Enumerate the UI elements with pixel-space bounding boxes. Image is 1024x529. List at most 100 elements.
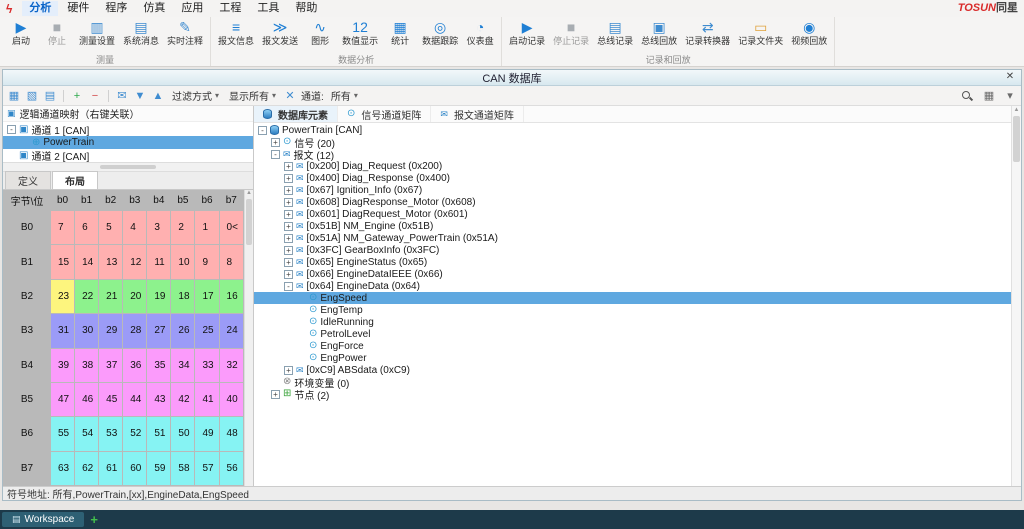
expander-icon[interactable]: + — [284, 270, 293, 279]
db-tree-node[interactable]: +✉[0x51B] NM_Engine (0x51B) — [254, 220, 1011, 232]
matrix-bit-cell[interactable]: 43 — [147, 382, 171, 416]
matrix-bit-cell[interactable]: 45 — [99, 382, 123, 416]
matrix-bit-cell[interactable]: 31 — [51, 314, 75, 348]
db-tree-node[interactable]: +✉[0x608] DiagResponse_Motor (0x608) — [254, 196, 1011, 208]
expander-icon[interactable]: - — [271, 150, 280, 159]
channel-dropdown[interactable]: 所有▾ — [328, 88, 361, 103]
db-tree-node[interactable]: +✉[0x66] EngineDataIEEE (0x66) — [254, 268, 1011, 280]
matrix-bit-cell[interactable]: 14 — [75, 245, 99, 279]
ribbon-button[interactable]: ⇄记录转换器 — [681, 18, 734, 55]
menu-item[interactable]: 工程 — [212, 1, 248, 16]
channel-tree-node[interactable]: -▣通道 1 [CAN] — [3, 123, 253, 136]
ribbon-button[interactable]: ≫报文发送 — [258, 18, 302, 55]
matrix-bit-cell[interactable]: 35 — [147, 348, 171, 382]
matrix-bit-cell[interactable]: 16 — [219, 279, 243, 313]
window-titlebar[interactable]: CAN 数据库 ✕ — [3, 70, 1021, 86]
menu-item[interactable]: 应用 — [174, 1, 210, 16]
message-button[interactable]: ✉ — [115, 89, 129, 103]
db-tree-node[interactable]: +✉[0xC9] ABSdata (0xC9) — [254, 364, 1011, 376]
matrix-bit-cell[interactable]: 26 — [171, 314, 195, 348]
ribbon-button[interactable]: ◎数据跟踪 — [418, 18, 462, 55]
matrix-bit-cell[interactable]: 29 — [99, 314, 123, 348]
menu-item[interactable]: 分析 — [22, 1, 58, 16]
matrix-bit-cell[interactable]: 21 — [99, 279, 123, 313]
ribbon-button[interactable]: 12数值显示 — [338, 18, 382, 55]
display-filter-dropdown[interactable]: 显示所有▾ — [226, 88, 279, 103]
matrix-bit-cell[interactable]: 42 — [171, 382, 195, 416]
db-tree-node[interactable]: ⊙EngTemp — [254, 304, 1011, 316]
matrix-bit-cell[interactable]: 17 — [195, 279, 219, 313]
ribbon-button[interactable]: ▦统计 — [382, 18, 418, 55]
matrix-bit-cell[interactable]: 15 — [51, 245, 75, 279]
db-tree-node[interactable]: +✉[0x200] Diag_Request (0x200) — [254, 160, 1011, 172]
matrix-bit-cell[interactable]: 56 — [219, 451, 243, 485]
matrix-bit-cell[interactable]: 2 — [171, 211, 195, 245]
matrix-bit-cell[interactable]: 60 — [123, 451, 147, 485]
matrix-bit-cell[interactable]: 44 — [123, 382, 147, 416]
matrix-bit-cell[interactable]: 33 — [195, 348, 219, 382]
matrix-bit-cell[interactable]: 38 — [75, 348, 99, 382]
db-tree-node[interactable]: +⊙信号 (20) — [254, 136, 1011, 148]
matrix-bit-cell[interactable]: 40 — [219, 382, 243, 416]
matrix-bit-cell[interactable]: 61 — [99, 451, 123, 485]
matrix-bit-cell[interactable]: 34 — [171, 348, 195, 382]
menu-item[interactable]: 硬件 — [60, 1, 96, 16]
expander-icon[interactable]: + — [284, 234, 293, 243]
matrix-bit-cell[interactable]: 58 — [171, 451, 195, 485]
chevron-down-icon[interactable]: ▾ — [1003, 89, 1017, 103]
menu-item[interactable]: 帮助 — [288, 1, 324, 16]
matrix-bit-cell[interactable]: 30 — [75, 314, 99, 348]
matrix-bit-cell[interactable]: 50 — [171, 417, 195, 451]
matrix-bit-cell[interactable]: 7 — [51, 211, 75, 245]
matrix-bit-cell[interactable]: 25 — [195, 314, 219, 348]
db-tree-node[interactable]: -PowerTrain [CAN] — [254, 124, 1011, 136]
ribbon-button[interactable]: ▣总线回放 — [637, 18, 681, 55]
expander-icon[interactable]: + — [271, 138, 280, 147]
export-icon[interactable]: ▤ — [43, 89, 57, 103]
db-tree-node[interactable]: ⊙PetrolLevel — [254, 328, 1011, 340]
expander-icon[interactable]: + — [284, 222, 293, 231]
matrix-bit-cell[interactable]: 12 — [123, 245, 147, 279]
ribbon-button[interactable]: ✎实时注释 — [163, 18, 207, 55]
db-tree-node[interactable]: +✉[0x601] DiagRequest_Motor (0x601) — [254, 208, 1011, 220]
ribbon-button[interactable]: ■停止 — [39, 18, 75, 55]
menu-item[interactable]: 工具 — [250, 1, 286, 16]
scrollbar-up-icon[interactable]: ▲ — [1014, 106, 1020, 114]
expander-icon[interactable]: + — [271, 390, 280, 399]
matrix-bit-cell[interactable]: 4 — [123, 211, 147, 245]
move-down-button[interactable]: ▼ — [133, 89, 147, 103]
expander-icon[interactable]: + — [284, 174, 293, 183]
expander-icon[interactable]: - — [258, 126, 267, 135]
db-tree-node[interactable]: -✉[0x64] EngineData (0x64) — [254, 280, 1011, 292]
close-icon[interactable]: ✕ — [1003, 71, 1017, 82]
ribbon-button[interactable]: ∿图形 — [302, 18, 338, 55]
matrix-bit-cell[interactable]: 48 — [219, 417, 243, 451]
ribbon-button[interactable]: ▤总线记录 — [593, 18, 637, 55]
database-tab[interactable]: 数据库元素 — [254, 106, 338, 122]
matrix-bit-cell[interactable]: 23 — [51, 279, 75, 313]
tab-item[interactable]: 定义 — [5, 171, 51, 189]
expander-icon[interactable]: - — [284, 282, 293, 291]
db-tree-node[interactable]: ⊙EngSpeed — [254, 292, 1011, 304]
matrix-bit-cell[interactable]: 5 — [99, 211, 123, 245]
matrix-bit-cell[interactable]: 18 — [171, 279, 195, 313]
matrix-bit-cell[interactable]: 3 — [147, 211, 171, 245]
database-tab[interactable]: ⊙信号通道矩阵 — [338, 106, 431, 122]
collapse-all-icon[interactable]: ▧ — [25, 89, 39, 103]
db-tree-node[interactable]: +✉[0x3FC] GearBoxInfo (0x3FC) — [254, 244, 1011, 256]
matrix-bit-cell[interactable]: 59 — [147, 451, 171, 485]
matrix-bit-cell[interactable]: 55 — [51, 417, 75, 451]
matrix-bit-cell[interactable]: 37 — [99, 348, 123, 382]
expand-all-icon[interactable]: ▦ — [7, 89, 21, 103]
db-tree-node[interactable]: +✉[0x67] Ignition_Info (0x67) — [254, 184, 1011, 196]
matrix-bit-cell[interactable]: 46 — [75, 382, 99, 416]
db-tree-node[interactable]: ⊙EngPower — [254, 352, 1011, 364]
ribbon-button[interactable]: ◔仪表盘 — [462, 18, 498, 55]
matrix-bit-cell[interactable]: 9 — [195, 245, 219, 279]
matrix-bit-cell[interactable]: 19 — [147, 279, 171, 313]
matrix-bit-cell[interactable]: 6 — [75, 211, 99, 245]
matrix-bit-cell[interactable]: 62 — [75, 451, 99, 485]
matrix-bit-cell[interactable]: 28 — [123, 314, 147, 348]
matrix-bit-cell[interactable]: 1 — [195, 211, 219, 245]
clear-channel-button[interactable]: ✕ — [283, 89, 297, 103]
